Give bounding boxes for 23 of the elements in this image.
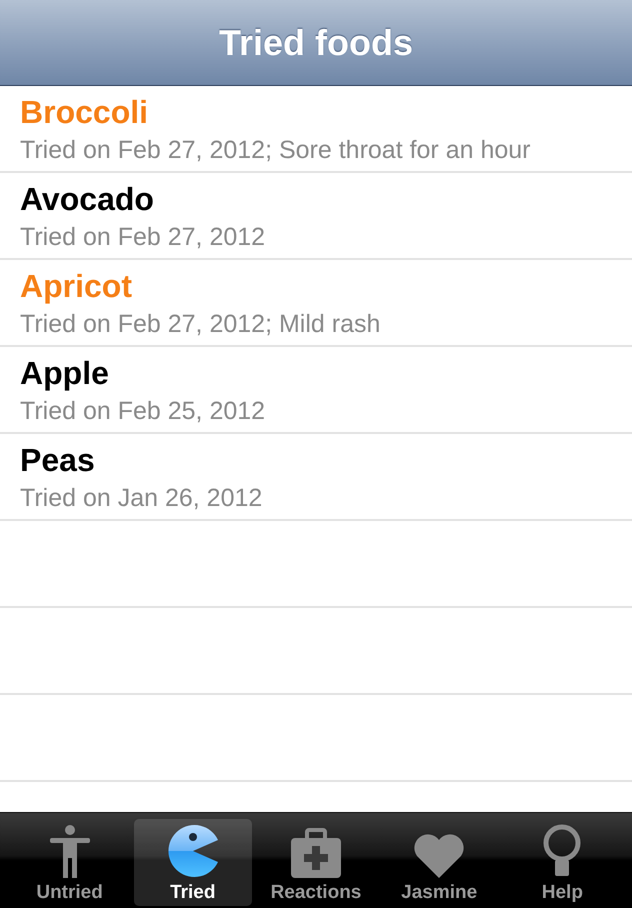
lightbulb-icon [541,824,584,878]
food-name: Broccoli [20,92,150,130]
food-detail: Tried on Feb 25, 2012 [20,396,266,426]
tab[interactable]: Reactions [256,819,375,906]
tab[interactable]: Help [503,819,622,906]
tab[interactable]: Jasmine [380,819,498,906]
food-row[interactable]: Apple Tried on Feb 25, 2012 [0,347,632,434]
screen-title: Tried foods [218,22,413,64]
first-aid-kit-icon [288,828,343,878]
food-row[interactable]: Peas Tried on Jan 26, 2012 [0,434,632,521]
food-name: Apple [20,354,110,392]
food-detail: Tried on Feb 27, 2012 [20,222,266,252]
food-detail: Tried on Jan 26, 2012 [20,482,264,512]
food-detail: Tried on Feb 27, 2012; Mild rash [20,308,382,338]
food-row[interactable]: Avocado Tried on Feb 27, 2012 [0,173,632,260]
tab[interactable]: Tried [134,819,252,906]
food-name: Apricot [20,266,133,304]
person-icon [48,824,92,878]
food-name: Peas [20,440,96,478]
tab[interactable]: Untried [10,819,129,906]
heart-icon [413,832,466,878]
food-detail: Tried on Feb 27, 2012; Sore throat for an hour [20,134,532,164]
food-name: Avocado [20,180,155,218]
